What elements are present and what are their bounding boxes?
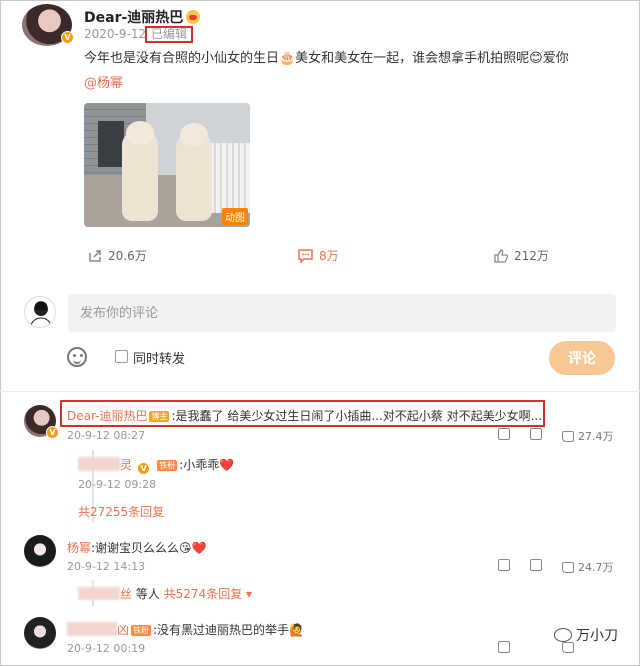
more-replies-link[interactable]: 共5274条回复 (164, 587, 243, 601)
repost-checkbox-label[interactable]: 同时转发 (133, 348, 185, 367)
divider (0, 391, 640, 392)
bear-head-right (180, 123, 208, 147)
submit-comment-button[interactable]: 评论 (549, 341, 615, 375)
comment-icon (530, 428, 542, 440)
comment-repost-button[interactable] (498, 641, 510, 654)
wechat-icon (554, 628, 572, 642)
thumbs-up-icon (494, 249, 508, 263)
like-button[interactable]: 212万 (494, 247, 549, 264)
repost-icon (498, 559, 510, 571)
comment-text: :没有黑过迪丽热巴的举手🙋 (153, 623, 305, 637)
comment-repost-button[interactable] (498, 428, 510, 441)
repost-checkbox[interactable] (115, 350, 128, 363)
like-count: 212万 (514, 249, 549, 263)
media-fence (210, 143, 250, 213)
reply-summary-text: 等人 (132, 587, 164, 601)
mention-link[interactable]: @杨幂 (84, 72, 123, 91)
blurred-username (78, 457, 120, 471)
more-replies-link[interactable]: 共27255条回复 (78, 503, 164, 520)
reply-line: 灵 V 铁粉:小乖乖❤️ (78, 454, 235, 475)
comment-repost-button[interactable] (498, 559, 510, 572)
thumbs-up-icon (562, 431, 574, 442)
reply-summary: 丝 等人 共5274条回复 ▾ (78, 585, 252, 602)
post-date[interactable]: 2020-9-12 (84, 27, 146, 41)
media-door (98, 121, 124, 167)
blurred-username (67, 622, 117, 636)
gif-badge: 动图 (222, 208, 248, 225)
repost-count: 20.6万 (108, 249, 147, 263)
repost-icon (498, 428, 510, 440)
comment-date: 20-9-12 14:13 (67, 560, 146, 573)
comment-input[interactable] (68, 294, 616, 332)
comment-text: :是我蠢了 给美少女过生日闹了小插曲...对不起小蔡 对不起美少女啊... (171, 409, 543, 423)
comment-button[interactable]: 8万 (298, 247, 339, 264)
repost-icon (89, 250, 101, 262)
comment-like-button[interactable]: 27.4万 (562, 428, 614, 444)
comment-avatar[interactable] (24, 535, 56, 567)
repost-icon (498, 641, 510, 653)
post-author-name[interactable]: Dear-迪丽热巴 (84, 7, 201, 27)
comment-count: 8万 (319, 249, 339, 263)
comment-avatar[interactable] (24, 617, 56, 649)
reply-text: :小乖乖❤️ (179, 458, 235, 472)
blurred-username (78, 587, 120, 600)
comment-line: Dear-迪丽热巴 博主:是我蠢了 给美少女过生日闹了小插曲...对不起小蔡 对不… (67, 405, 542, 424)
comment-icon (298, 249, 313, 263)
thumbs-up-icon (562, 562, 574, 573)
comment-author[interactable]: 凶 (117, 623, 129, 637)
post-author-label[interactable]: Dear-迪丽热巴 (84, 10, 183, 26)
fan-tag: 铁粉 (131, 625, 152, 636)
comment-author[interactable]: 杨幂 (67, 541, 91, 555)
comment-reply-button[interactable] (530, 428, 542, 441)
author-tag: 博主 (149, 411, 170, 422)
fan-tag: 铁粉 (157, 460, 178, 471)
reply-date: 20-9-12 09:28 (78, 478, 157, 491)
comment-icon (530, 559, 542, 571)
comment-date: 20-9-12 00:19 (67, 642, 146, 655)
repost-button[interactable]: 20.6万 (88, 247, 147, 264)
comment-reply-button[interactable] (530, 559, 542, 572)
watermark: 万小刀 (554, 625, 618, 645)
watermark-text: 万小刀 (576, 628, 618, 644)
comment-date: 20-9-12 08:27 (67, 429, 146, 442)
post-text: 今年也是没有合照的小仙女的生日🎂美女和美女在一起，谁会想拿手机拍照呢😊爱你 (84, 51, 569, 66)
bear-head-left (126, 121, 154, 145)
chevron-down-icon: ▾ (242, 587, 253, 601)
comment-like-button[interactable]: 24.7万 (562, 559, 614, 575)
heart-face-emoji-icon (186, 10, 201, 24)
emoji-picker-icon[interactable] (67, 347, 87, 367)
edited-label: 已编辑 (145, 26, 194, 43)
verified-icon: V (46, 426, 59, 439)
current-user-avatar (24, 296, 56, 328)
verified-icon: V (61, 31, 74, 44)
comment-author[interactable]: Dear-迪丽热巴 (67, 409, 147, 423)
reply-author[interactable]: 灵 (120, 458, 132, 472)
comment-like-count: 24.7万 (578, 561, 614, 574)
comment-like-count: 27.4万 (578, 430, 614, 443)
post-media-gif[interactable]: 动图 (84, 103, 250, 227)
comment-line: 凶铁粉:没有黑过迪丽热巴的举手🙋 (67, 619, 304, 638)
reply-summary-name[interactable]: 丝 (120, 587, 132, 601)
comment-line: 杨幂:谢谢宝贝么么么😘❤️ (67, 537, 207, 556)
comment-text: :谢谢宝贝么么么😘❤️ (91, 541, 207, 555)
